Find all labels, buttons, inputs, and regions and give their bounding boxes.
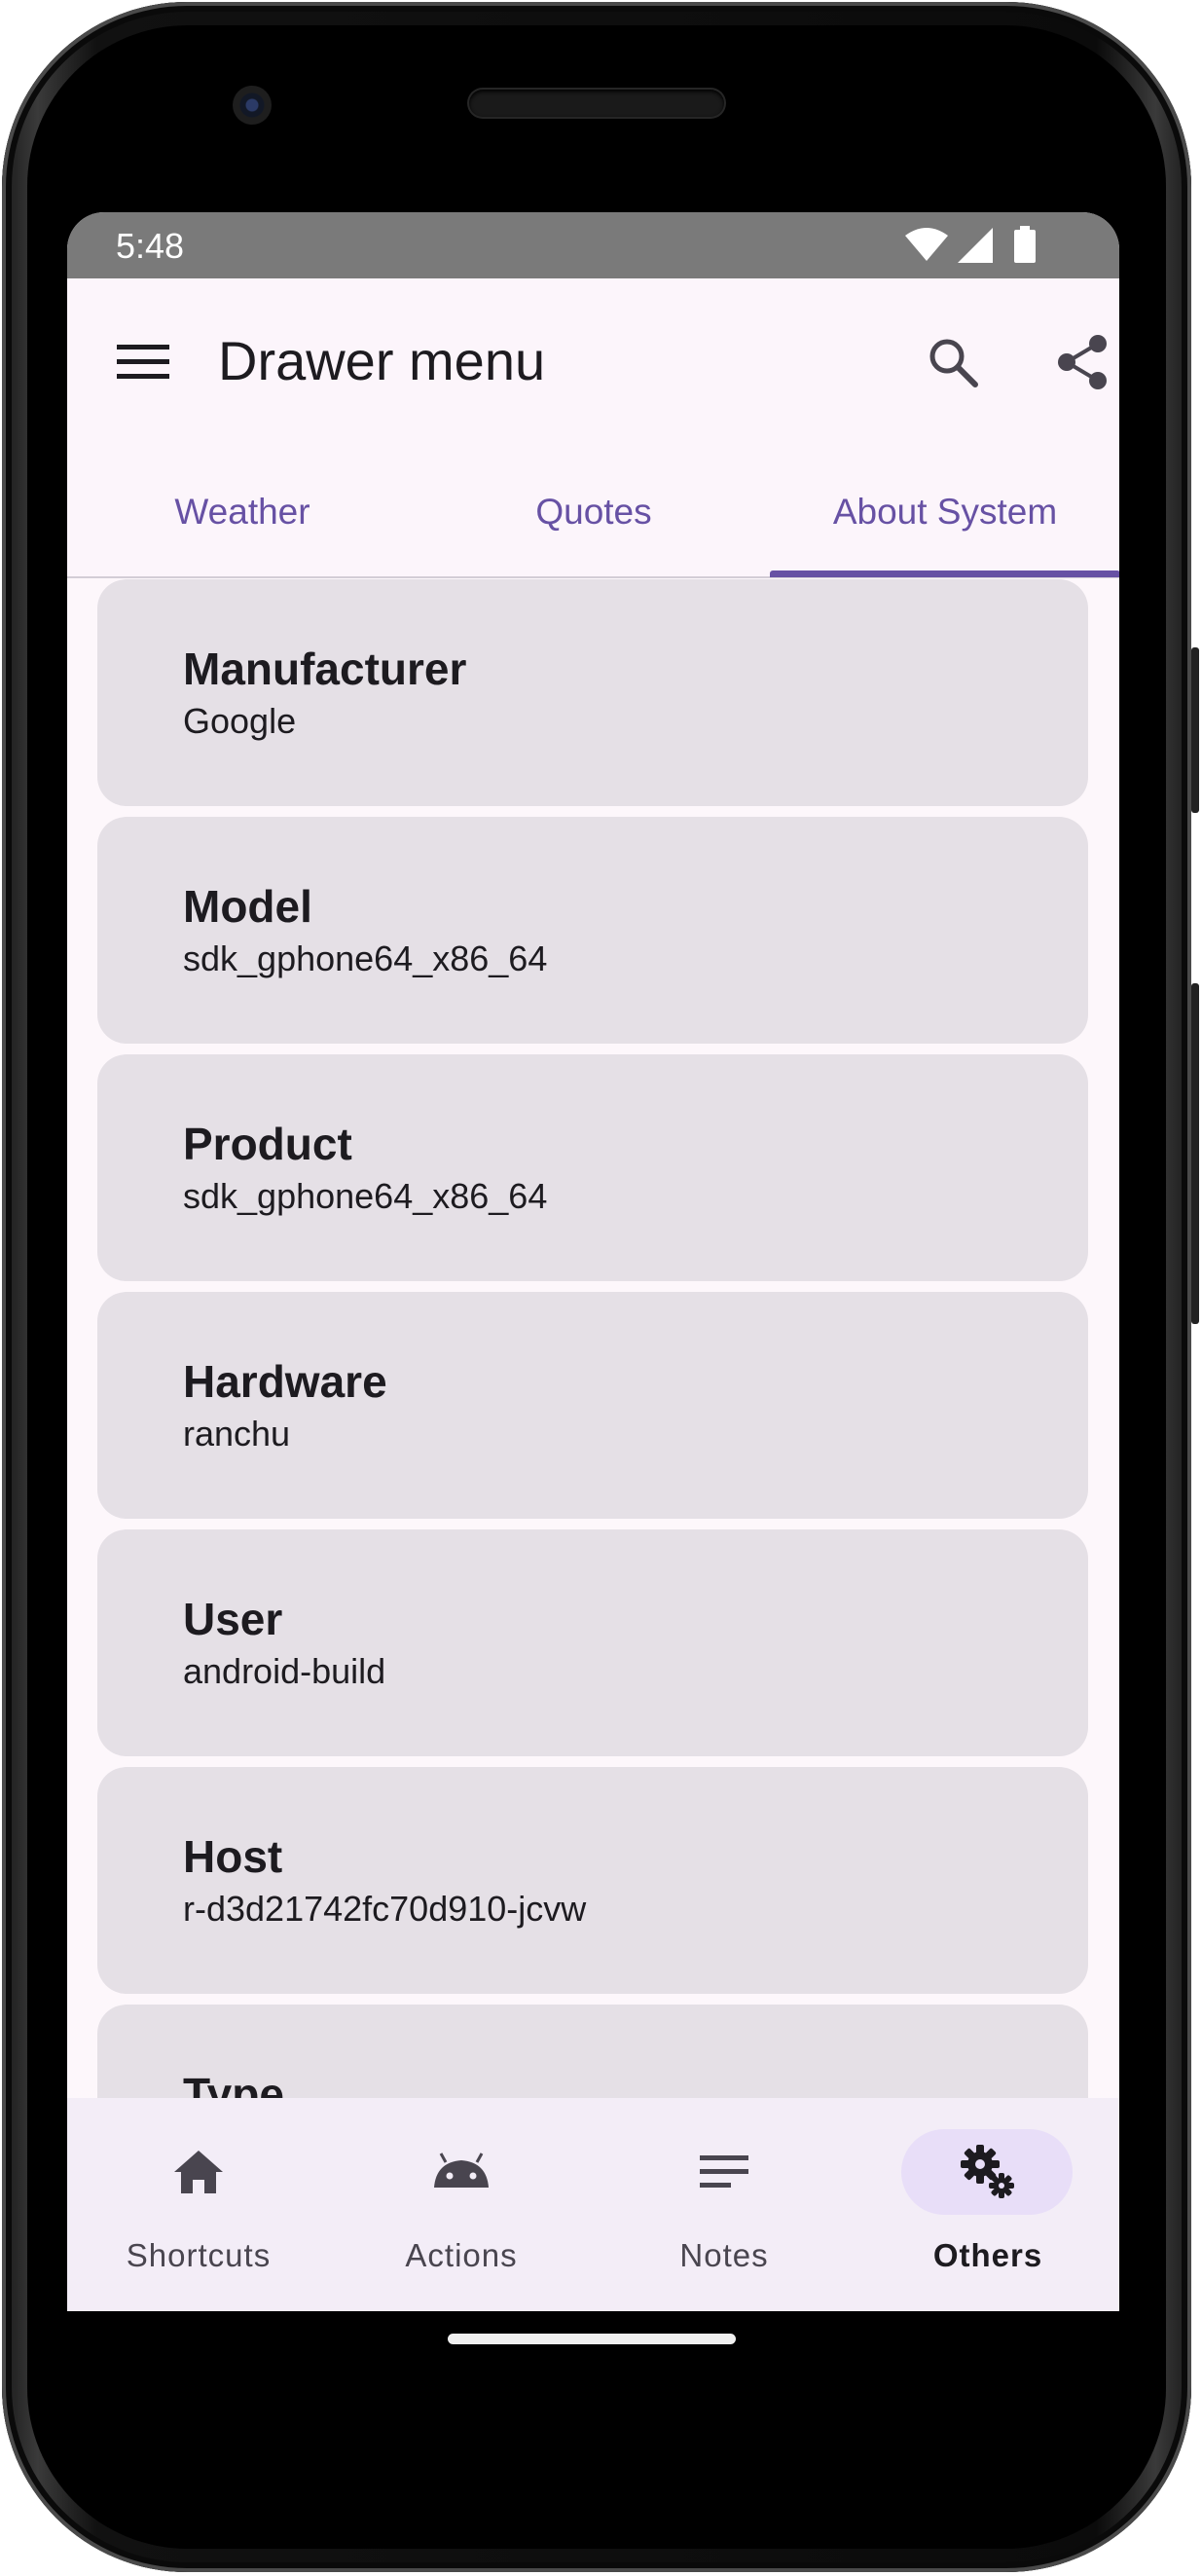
gears-icon [949,2133,1027,2211]
nav-item-actions[interactable]: Actions [330,2098,593,2311]
front-camera [233,86,272,125]
info-card-model: Model sdk_gphone64_x86_64 [97,817,1088,1044]
info-card-title: Type [183,2069,284,2098]
info-card-title: Product [183,1119,352,1169]
status-time: 5:48 [116,226,185,266]
system-info-list[interactable]: Manufacturer Google Model sdk_gphone64_x… [67,579,1119,2098]
search-icon [929,339,978,387]
info-card-product: Product sdk_gphone64_x86_64 [97,1054,1088,1281]
power-button [1191,983,1199,1324]
cell-signal-icon [958,228,993,263]
tab-quotes[interactable]: Quotes [419,449,769,575]
hamburger-menu-icon [117,345,169,379]
earpiece-speaker [469,90,724,117]
info-card-manufacturer: Manufacturer Google [97,579,1088,806]
notes-icon [685,2133,763,2211]
nav-item-notes[interactable]: Notes [593,2098,856,2311]
status-bar: 5:48 [67,212,1119,278]
info-card-hardware: Hardware ranchu [97,1292,1088,1519]
search-button[interactable] [914,323,992,401]
status-icons [905,226,1051,265]
tab-active-indicator [770,570,1119,577]
wifi-icon [905,228,948,261]
top-app-bar: Drawer menu [67,278,1119,449]
tab-label: Weather [174,492,310,532]
volume-button [1191,647,1199,813]
info-card-host: Host r-d3d21742fc70d910-jcvw [97,1767,1088,1994]
info-card-title: Hardware [183,1356,387,1407]
nav-label: Shortcuts [126,2237,272,2273]
info-card-title: Manufacturer [183,644,467,694]
screen: 5:48 Drawer menu Weather Quotes About Sy… [67,212,1119,2311]
share-button[interactable] [1043,323,1119,401]
info-card-value: Google [183,701,297,741]
nav-label: Others [932,2237,1043,2273]
info-card-value: sdk_gphone64_x86_64 [183,938,548,978]
android-icon [422,2133,500,2211]
tab-label: Quotes [535,492,652,532]
home-gesture-bar[interactable] [448,2334,736,2344]
battery-icon [1014,226,1036,263]
menu-button[interactable] [104,323,182,401]
home-icon [160,2133,237,2211]
tab-about-system[interactable]: About System [770,449,1119,575]
info-card-value: android-build [183,1651,386,1691]
tab-row: Weather Quotes About System [67,449,1119,578]
nav-item-shortcuts[interactable]: Shortcuts [67,2098,330,2311]
nav-item-others[interactable]: Others [856,2098,1119,2311]
info-card-value: ranchu [183,1414,291,1454]
tab-label: About System [832,492,1058,532]
info-card-title: User [183,1594,283,1644]
page-title: Drawer menu [218,330,546,391]
info-card-value: sdk_gphone64_x86_64 [183,1176,548,1216]
share-icon [1058,335,1107,389]
info-card-title: Model [183,881,312,932]
info-card-title: Host [183,1831,283,1882]
nav-label: Actions [405,2237,518,2273]
info-card-value: r-d3d21742fc70d910-jcvw [183,1889,587,1929]
info-card-type: Type [97,2005,1088,2098]
info-card-user: User android-build [97,1529,1088,1756]
nav-label: Notes [679,2237,769,2273]
bottom-navigation: Shortcuts Actions Notes Others [67,2098,1119,2311]
tab-weather[interactable]: Weather [67,449,418,575]
